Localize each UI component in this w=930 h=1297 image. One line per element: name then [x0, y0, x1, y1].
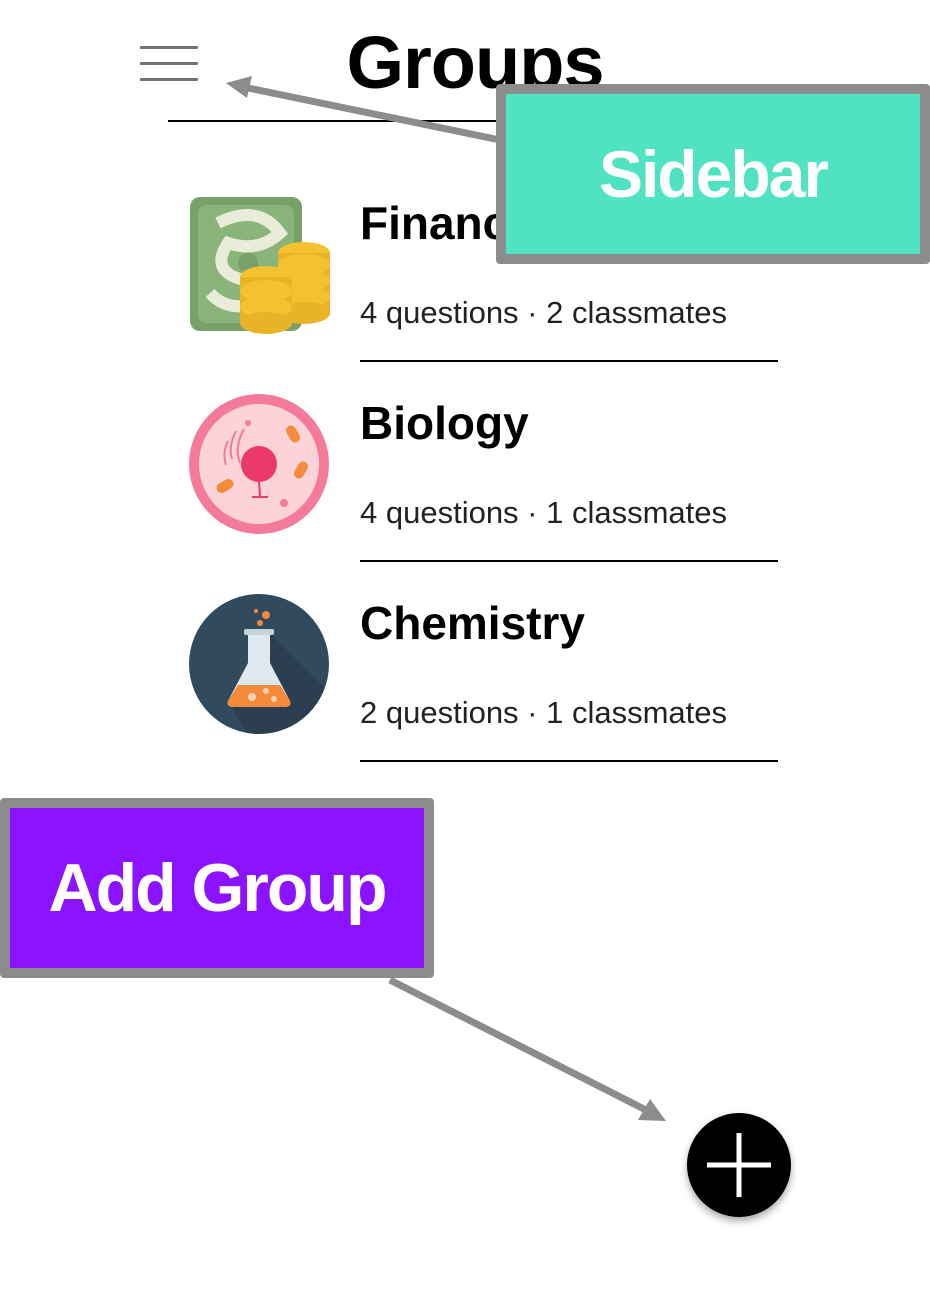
group-row-chemistry[interactable]: Chemistry 2 questions · 1 classmates: [180, 593, 780, 793]
flask-icon: [188, 593, 330, 735]
group-name: Chemistry: [360, 597, 585, 649]
row-divider: [360, 560, 778, 562]
group-stats: 4 questions · 1 classmates: [360, 495, 728, 530]
sidebar-menu-button[interactable]: [138, 44, 200, 84]
sidebar-arrowhead: [226, 76, 252, 98]
add-group-arrow: [388, 976, 648, 1114]
add-group-arrowhead: [638, 1099, 666, 1121]
group-name: Biology: [360, 397, 529, 449]
money-coins-icon: [188, 193, 330, 335]
hamburger-menu-icon: [138, 44, 200, 84]
row-divider: [360, 760, 778, 762]
row-divider: [360, 360, 778, 362]
group-stats: 2 questions · 1 classmates: [360, 695, 728, 730]
add-group-callout: Add Group: [0, 798, 434, 978]
group-row-biology[interactable]: Biology 4 questions · 1 classmates: [180, 393, 780, 593]
sidebar-callout: Sidebar: [496, 84, 930, 264]
add-group-button[interactable]: [687, 1113, 791, 1217]
plus-icon: [707, 1133, 771, 1197]
group-stats: 4 questions · 2 classmates: [360, 295, 728, 330]
cell-icon: [188, 393, 330, 535]
